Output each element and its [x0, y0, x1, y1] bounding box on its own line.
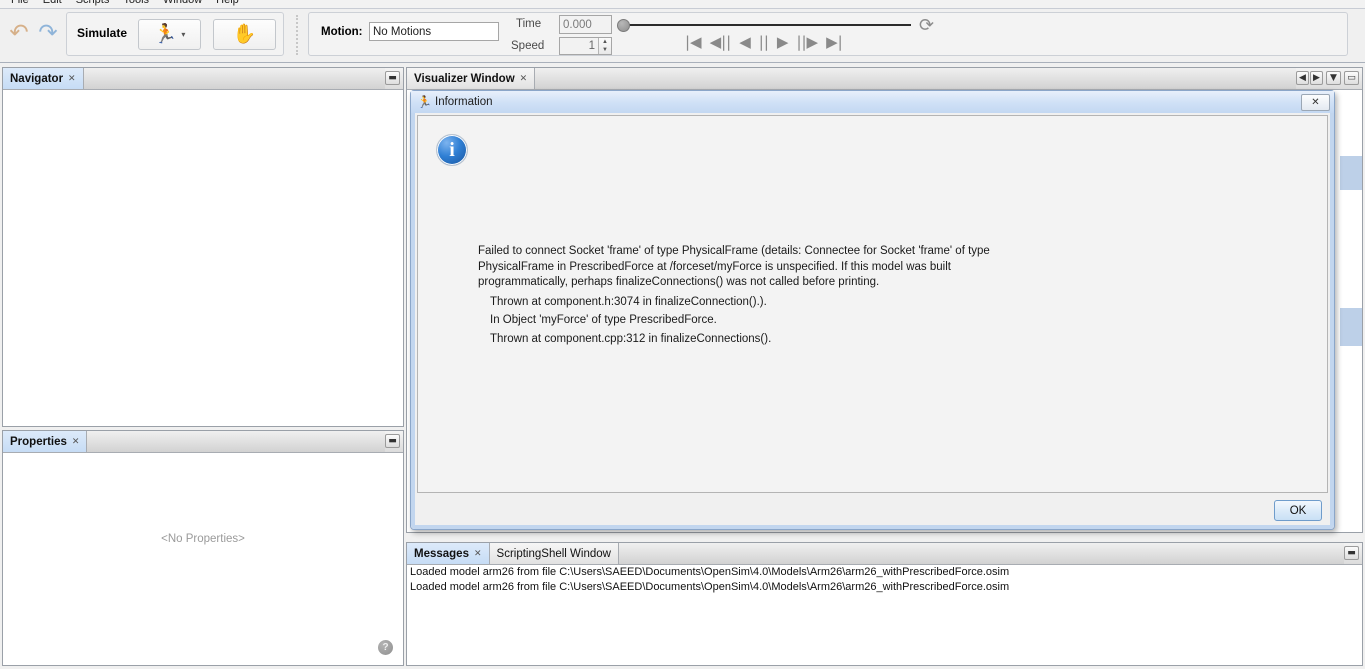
- play-backward-button[interactable]: ◀: [735, 35, 755, 50]
- time-label: Time: [516, 18, 542, 30]
- pause-button[interactable]: ||: [755, 35, 773, 50]
- time-slider-track[interactable]: [624, 24, 911, 26]
- speed-value: 1: [588, 40, 595, 52]
- time-slider-handle[interactable]: [617, 19, 630, 32]
- visualizer-tab-label: Visualizer Window: [414, 72, 515, 85]
- tab-messages[interactable]: Messages ✕: [407, 543, 490, 564]
- menu-item-edit[interactable]: Edit: [36, 0, 69, 7]
- messages-log[interactable]: Loaded model arm26 from file C:\Users\SA…: [407, 565, 1362, 665]
- simulate-label: Simulate: [77, 26, 128, 40]
- dialog-close-button[interactable]: ✕: [1301, 94, 1330, 111]
- skip-to-end-button[interactable]: ▶|: [822, 35, 847, 50]
- information-dialog: 🏃 Information ✕ i Failed to connect Sock…: [410, 90, 1335, 530]
- hand-pan-icon: ✋: [232, 23, 257, 45]
- step-forward-button[interactable]: ||▶: [792, 35, 822, 50]
- info-circle-icon: i: [436, 134, 468, 166]
- playback-toolbar-group: Motion: No Motions Time 0.000 Speed 1 ▲ …: [308, 12, 1348, 56]
- messages-tab-label: Messages: [414, 547, 469, 560]
- history-button-group: ↶ ↷: [4, 12, 66, 56]
- dialog-title: Information: [435, 96, 493, 108]
- spin-down-icon[interactable]: ▼: [599, 46, 611, 54]
- dialog-message: Failed to connect Socket 'frame' of type…: [478, 244, 1303, 350]
- undo-button[interactable]: ↶: [6, 20, 32, 46]
- properties-panel: Properties ✕ ▬ <No Properties> ?: [2, 430, 404, 666]
- close-icon[interactable]: ✕: [72, 437, 80, 447]
- menu-bar: File Edit Scripts Tools Window Help: [0, 0, 1365, 9]
- no-properties-message: <No Properties>: [161, 533, 245, 545]
- close-icon[interactable]: ✕: [68, 74, 76, 84]
- tab-properties[interactable]: Properties ✕: [3, 431, 88, 452]
- visualizer-accent-bar-2: [1340, 308, 1362, 346]
- dialog-message-detail-1: Thrown at component.h:3074 in finalizeCo…: [490, 295, 767, 308]
- toolbar-separator-1: [296, 15, 298, 55]
- navigator-tab-label: Navigator: [10, 72, 64, 85]
- visualizer-header-filler: [535, 68, 1296, 89]
- speed-spin-arrows[interactable]: ▲ ▼: [598, 38, 611, 54]
- visualizer-prev-button[interactable]: ◀: [1296, 71, 1309, 85]
- navigator-panel: Navigator ✕ ▬: [2, 67, 404, 427]
- messages-header: Messages ✕ ScriptingShell Window ▬: [407, 543, 1362, 565]
- visualizer-header: Visualizer Window ✕ ◀ ▶ ▼ ▭: [407, 68, 1362, 90]
- navigator-header: Navigator ✕ ▬: [3, 68, 403, 90]
- dialog-message-detail-3: Thrown at component.cpp:312 in finalizeC…: [490, 332, 772, 345]
- opensim-application-window: File Edit Scripts Tools Window Help ↶ ↷ …: [0, 0, 1365, 669]
- menu-item-window[interactable]: Window: [156, 0, 209, 7]
- play-button[interactable]: ▶: [773, 35, 793, 50]
- scripting-shell-tab-label: ScriptingShell Window: [496, 547, 611, 560]
- dialog-message-main: Failed to connect Socket 'frame' of type…: [478, 245, 990, 288]
- motion-label: Motion:: [321, 26, 363, 38]
- visualizer-maximize-button[interactable]: ▭: [1344, 71, 1359, 85]
- dialog-title-bar[interactable]: 🏃 Information: [411, 91, 1334, 113]
- menu-item-file[interactable]: File: [4, 0, 36, 7]
- simulate-toolbar-group: Simulate 🏃 ▾ ✋: [66, 12, 284, 56]
- skip-to-start-button[interactable]: |◀: [681, 35, 706, 50]
- messages-panel: Messages ✕ ScriptingShell Window ▬ Loade…: [406, 542, 1363, 666]
- main-toolbar: ↶ ↷ Simulate 🏃 ▾ ✋ Motion: No Motions Ti…: [0, 9, 1365, 63]
- properties-header-filler: [87, 431, 385, 452]
- spin-up-icon[interactable]: ▲: [599, 38, 611, 46]
- speed-label: Speed: [511, 40, 545, 52]
- chevron-down-icon: ▾: [181, 30, 186, 39]
- visualizer-accent-bar-1: [1340, 156, 1362, 190]
- navigator-tree[interactable]: [3, 90, 403, 426]
- tab-scripting-shell-window[interactable]: ScriptingShell Window: [489, 543, 619, 564]
- ok-button[interactable]: OK: [1274, 500, 1322, 521]
- opensim-runner-icon: 🏃: [417, 94, 432, 109]
- undo-arrow-icon: ↶: [9, 19, 29, 46]
- help-icon[interactable]: ?: [378, 640, 393, 655]
- messages-minimize-button[interactable]: ▬: [1344, 546, 1359, 560]
- properties-tab-label: Properties: [10, 435, 67, 448]
- menu-item-scripts[interactable]: Scripts: [69, 0, 117, 7]
- log-line: Loaded model arm26 from file C:\Users\SA…: [410, 566, 1010, 578]
- redo-arrow-icon: ↷: [38, 19, 58, 46]
- log-line: Loaded model arm26 from file C:\Users\SA…: [410, 581, 1010, 593]
- motion-select[interactable]: No Motions: [369, 22, 499, 41]
- dialog-message-detail-2: In Object 'myForce' of type PrescribedFo…: [490, 314, 717, 326]
- time-field[interactable]: 0.000: [559, 15, 612, 34]
- running-man-icon: 🏃: [153, 23, 178, 45]
- tab-visualizer-window[interactable]: Visualizer Window ✕: [407, 68, 536, 89]
- messages-header-filler: [618, 543, 1344, 564]
- pan-tool-button[interactable]: ✋: [213, 19, 276, 50]
- properties-header: Properties ✕ ▬: [3, 431, 403, 453]
- tab-navigator[interactable]: Navigator ✕: [3, 68, 84, 89]
- visualizer-next-button[interactable]: ▶: [1310, 71, 1323, 85]
- run-simulation-button[interactable]: 🏃 ▾: [138, 19, 201, 50]
- close-icon[interactable]: ✕: [474, 549, 482, 559]
- navigator-header-filler: [83, 68, 385, 89]
- visualizer-dropdown-button[interactable]: ▼: [1326, 71, 1341, 85]
- step-back-button[interactable]: ◀||: [706, 35, 736, 50]
- dialog-content: i Failed to connect Socket 'frame' of ty…: [417, 115, 1328, 493]
- properties-content: <No Properties> ?: [3, 453, 403, 665]
- loop-toggle-button[interactable]: ⟳: [919, 15, 934, 36]
- close-icon[interactable]: ✕: [520, 74, 528, 84]
- menu-item-tools[interactable]: Tools: [116, 0, 156, 7]
- properties-minimize-button[interactable]: ▬: [385, 434, 400, 448]
- speed-stepper[interactable]: 1 ▲ ▼: [559, 37, 612, 55]
- redo-button[interactable]: ↷: [35, 20, 61, 46]
- menu-item-help[interactable]: Help: [209, 0, 246, 7]
- transport-controls: |◀ ◀|| ◀ || ▶ ||▶ ▶|: [681, 35, 847, 50]
- navigator-minimize-button[interactable]: ▬: [385, 71, 400, 85]
